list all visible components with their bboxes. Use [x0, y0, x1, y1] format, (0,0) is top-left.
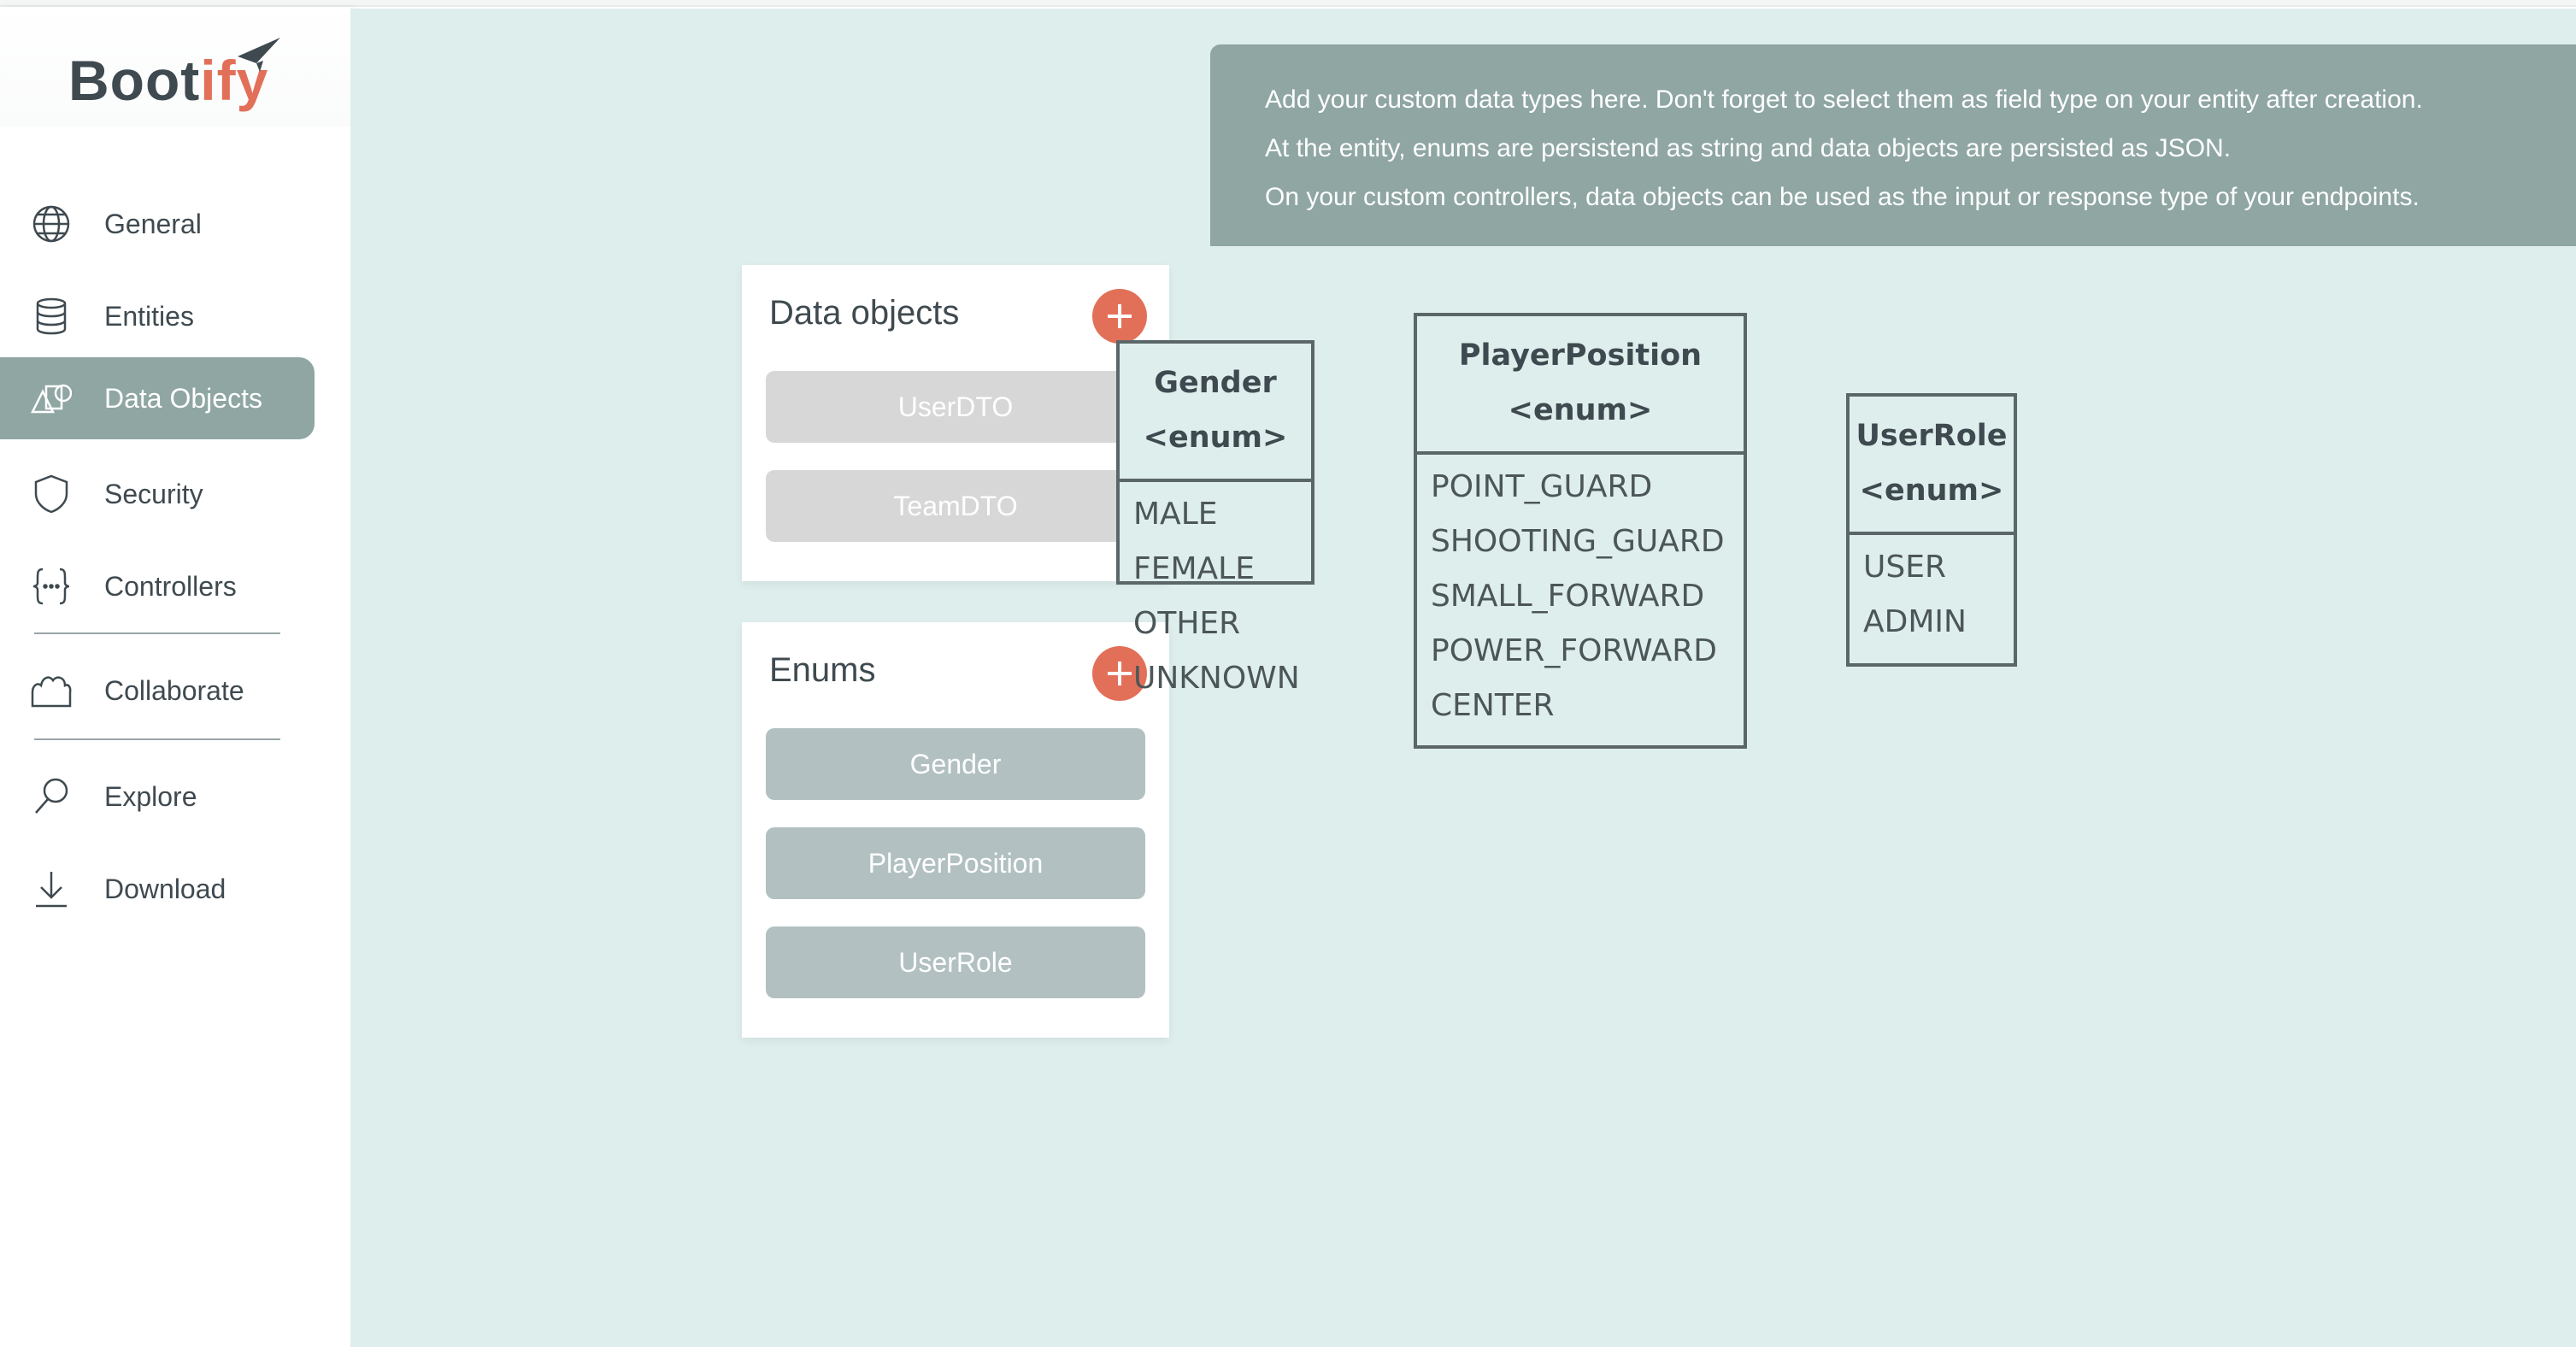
- uml-enum-name: Gender: [1154, 366, 1277, 400]
- sidebar-item-label: Data Objects: [104, 382, 262, 414]
- sidebar-item-label: Collaborate: [104, 674, 244, 706]
- sidebar-item-label: General: [104, 208, 202, 239]
- uml-value: FEMALE: [1133, 551, 1255, 586]
- shield-icon: [34, 474, 68, 514]
- data-object-item-teamdto[interactable]: TeamDTO: [766, 470, 1145, 542]
- info-line: On your custom controllers, data objects…: [1265, 183, 2420, 211]
- shapes-icon: [31, 384, 72, 414]
- uml-value: ADMIN: [1863, 604, 1967, 639]
- logo-text-main: Boot: [68, 49, 201, 112]
- uml-header: PlayerPosition <enum>: [1417, 316, 1744, 455]
- uml-enum-userrole[interactable]: UserRole <enum> USER ADMIN: [1846, 393, 2017, 667]
- sidebar-item-entities[interactable]: Entities: [0, 275, 315, 357]
- uml-value: SMALL_FORWARD: [1431, 579, 1705, 614]
- sidebar-item-collaborate[interactable]: Collaborate: [0, 650, 315, 732]
- uml-values: USER ADMIN: [1863, 540, 1967, 650]
- uml-value: OTHER: [1133, 606, 1241, 641]
- add-data-object-button[interactable]: [1092, 289, 1147, 344]
- uml-value: USER: [1863, 550, 1946, 585]
- sidebar-item-label: Security: [104, 478, 203, 509]
- data-objects-panel: Data objects UserDTO TeamDTO: [742, 265, 1169, 581]
- info-line: At the entity, enums are persistend as s…: [1265, 134, 2232, 162]
- enum-item-gender[interactable]: Gender: [766, 728, 1145, 800]
- sidebar-item-label: Entities: [104, 300, 194, 332]
- info-banner: Add your custom data types here. Don't f…: [1210, 44, 2576, 246]
- sidebar: Bootify General Entities Data Objects Se…: [0, 7, 350, 1347]
- uml-enum-name: PlayerPosition: [1458, 338, 1703, 373]
- uml-enum-gender[interactable]: Gender <enum> MALE FEMALE OTHER UNKNOWN: [1116, 340, 1314, 696]
- uml-value: CENTER: [1431, 688, 1555, 723]
- sidebar-item-label: Controllers: [104, 570, 237, 602]
- paper-plane-icon: [238, 38, 280, 72]
- enum-item-userrole[interactable]: UserRole: [766, 926, 1145, 998]
- uml-stereotype: <enum>: [1859, 474, 2004, 508]
- database-icon: [36, 297, 67, 335]
- sidebar-item-security[interactable]: Security: [0, 453, 315, 535]
- sidebar-item-explore[interactable]: Explore: [0, 756, 315, 838]
- uml-value: UNKNOWN: [1133, 661, 1300, 696]
- uml-value: SHOOTING_GUARD: [1431, 524, 1725, 559]
- users-icon: [31, 676, 72, 708]
- main-content: Add your custom data types here. Don't f…: [350, 9, 2576, 1347]
- data-object-item-userdto[interactable]: UserDTO: [766, 371, 1145, 443]
- uml-values: POINT_GUARD SHOOTING_GUARD SMALL_FORWARD…: [1431, 460, 1725, 733]
- magnifier-icon: [35, 778, 68, 814]
- uml-value: POINT_GUARD: [1431, 469, 1653, 504]
- uml-header: Gender <enum>: [1120, 344, 1311, 482]
- uml-values: MALE FEMALE OTHER UNKNOWN: [1133, 487, 1300, 706]
- enum-item-playerposition[interactable]: PlayerPosition: [766, 827, 1145, 899]
- braces-icon: [32, 568, 70, 605]
- sidebar-item-label: Explore: [104, 780, 197, 812]
- sidebar-item-download[interactable]: Download: [0, 848, 315, 930]
- enums-panel: Enums Gender PlayerPosition UserRole: [742, 622, 1169, 1038]
- uml-value: POWER_FORWARD: [1431, 633, 1717, 668]
- sidebar-divider: [34, 738, 280, 740]
- uml-header: UserRole <enum>: [1850, 397, 2014, 535]
- uml-value: MALE: [1133, 497, 1218, 532]
- sidebar-item-label: Download: [104, 873, 226, 904]
- uml-enum-name: UserRole: [1856, 419, 2008, 453]
- enums-title: Enums: [769, 651, 876, 689]
- uml-stereotype: <enum>: [1508, 393, 1653, 427]
- logo-area: Bootify: [0, 7, 350, 126]
- data-objects-title: Data objects: [769, 294, 960, 332]
- sidebar-item-controllers[interactable]: Controllers: [0, 545, 315, 627]
- uml-stereotype: <enum>: [1143, 421, 1288, 455]
- download-icon: [36, 872, 67, 908]
- top-border: [0, 0, 2576, 7]
- uml-enum-playerposition[interactable]: PlayerPosition <enum> POINT_GUARD SHOOTI…: [1414, 313, 1747, 749]
- sidebar-item-general[interactable]: General: [0, 183, 315, 265]
- sidebar-item-data-objects[interactable]: Data Objects: [0, 357, 315, 439]
- sidebar-divider: [34, 632, 280, 634]
- info-line: Add your custom data types here. Don't f…: [1265, 85, 2423, 114]
- globe-icon: [32, 205, 70, 243]
